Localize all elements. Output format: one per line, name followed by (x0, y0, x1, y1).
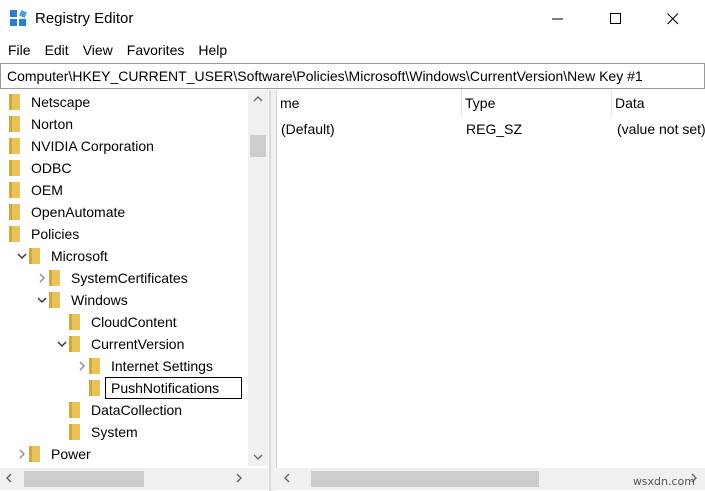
folder-icon (9, 182, 20, 198)
chevron-down-icon[interactable] (16, 250, 28, 262)
tree-item[interactable]: Netscape (0, 91, 248, 113)
tree-item-label: Windows (71, 292, 128, 308)
folder-icon (69, 314, 80, 330)
key-tree: Netscape Norton NVIDIA Corporation ODBC OEM O… (0, 90, 270, 491)
minimize-icon (552, 18, 563, 20)
tree-item[interactable]: Internet Settings (0, 355, 248, 377)
folder-icon (69, 336, 80, 352)
values-horizontal-scroll-thumb[interactable] (311, 471, 539, 487)
tree-item-label: ODBC (31, 160, 72, 176)
folder-icon (9, 160, 20, 176)
value-type-cell: REG_SZ (466, 121, 523, 137)
menu-edit[interactable]: Edit (38, 38, 76, 62)
tree-vertical-scroll-thumb[interactable] (250, 135, 266, 157)
tree-item[interactable]: OpenAutomate (0, 201, 248, 223)
tree-item-label: CloudContent (91, 314, 177, 330)
tree-item-label: Netscape (31, 94, 91, 110)
close-icon (667, 13, 679, 25)
scroll-left-icon[interactable] (6, 473, 12, 483)
title-bar: Registry Editor (0, 0, 705, 38)
tree-item[interactable]: Power (0, 443, 248, 465)
tree-item[interactable]: NVIDIA Corporation (0, 135, 248, 157)
tree-horizontal-scroll-thumb[interactable] (24, 471, 144, 487)
tree-item[interactable]: SystemCertificates (0, 267, 248, 289)
scroll-up-icon[interactable] (253, 96, 263, 102)
folder-icon (9, 204, 20, 220)
tree-horizontal-scrollbar[interactable] (0, 468, 268, 490)
minimize-button[interactable] (535, 0, 581, 38)
window-title: Registry Editor (35, 10, 134, 27)
menu-help[interactable]: Help (191, 38, 234, 62)
chevron-right-icon[interactable] (36, 272, 48, 284)
tree-item-label: OpenAutomate (31, 204, 126, 220)
menu-bar: File Edit View Favorites Help (0, 38, 705, 62)
chevron-right-icon[interactable] (16, 448, 28, 460)
folder-icon (9, 226, 20, 242)
tree-item-label: SystemCertificates (71, 270, 188, 286)
tree-item[interactable]: CurrentVersion (0, 333, 248, 355)
folder-icon (9, 138, 20, 154)
folder-icon (9, 116, 20, 132)
tree-item-rename-input[interactable]: PushNotifications (105, 377, 242, 399)
tree-item-label: CurrentVersion (91, 336, 185, 352)
folder-icon (29, 446, 40, 462)
column-header-data[interactable]: Data (612, 90, 705, 116)
tree-item-label: Microsoft (51, 248, 108, 264)
tree-item[interactable]: Microsoft (0, 245, 248, 267)
watermark: wsxdn.com (632, 475, 695, 488)
tree-item[interactable]: ODBC (0, 157, 248, 179)
tree-item-label: Power (51, 446, 91, 462)
chevron-right-icon[interactable] (76, 360, 88, 372)
scroll-left-icon[interactable] (284, 473, 290, 483)
tree-item-label: OEM (31, 182, 63, 198)
folder-icon (89, 358, 100, 374)
menu-favorites[interactable]: Favorites (120, 38, 192, 62)
menu-view[interactable]: View (76, 38, 120, 62)
folder-icon (9, 94, 20, 110)
tree-item-label: NVIDIA Corporation (31, 138, 154, 154)
column-header-type[interactable]: Type (462, 90, 612, 116)
folder-icon (69, 424, 80, 440)
registry-editor-icon (10, 10, 27, 26)
folder-icon (49, 270, 60, 286)
scrollbar-corner (248, 468, 268, 490)
address-bar[interactable]: Computer\HKEY_CURRENT_USER\Software\Poli… (0, 63, 705, 89)
scroll-right-icon[interactable] (236, 473, 242, 483)
value-data-cell: (value not set) (617, 121, 705, 137)
values-horizontal-scrollbar[interactable]: wsxdn.com (276, 468, 705, 490)
maximize-icon (610, 13, 621, 24)
tree-item-label: Internet Settings (111, 358, 213, 374)
scroll-down-icon[interactable] (253, 454, 263, 460)
folder-icon (69, 402, 80, 418)
tree-item[interactable]: System (0, 421, 248, 443)
tree-item-label: Norton (31, 116, 74, 132)
chevron-down-icon[interactable] (36, 294, 48, 306)
maximize-button[interactable] (593, 0, 639, 38)
tree-vertical-scrollbar[interactable] (248, 90, 268, 466)
folder-icon (89, 380, 100, 396)
tree-item[interactable]: Windows (0, 289, 248, 311)
folder-icon (29, 248, 40, 264)
tree-item-label: DataCollection (91, 402, 183, 418)
chevron-down-icon[interactable] (56, 338, 68, 350)
tree-item[interactable]: DataCollection (0, 399, 248, 421)
column-header-name[interactable]: me (277, 90, 462, 116)
value-name-cell: (Default) (281, 121, 335, 137)
tree-item[interactable]: PushNotifications (0, 377, 248, 399)
values-list: me Type Data (Default) REG_SZ (value not… (276, 90, 705, 468)
close-button[interactable] (650, 0, 696, 38)
tree-item-label: Policies (31, 226, 80, 242)
tree-item[interactable]: CloudContent (0, 311, 248, 333)
tree-item[interactable]: Norton (0, 113, 248, 135)
menu-file[interactable]: File (1, 38, 38, 62)
tree-item[interactable]: Policies (0, 223, 248, 245)
tree-item[interactable]: OEM (0, 179, 248, 201)
folder-icon (49, 292, 60, 308)
tree-item-label: System (91, 424, 138, 440)
